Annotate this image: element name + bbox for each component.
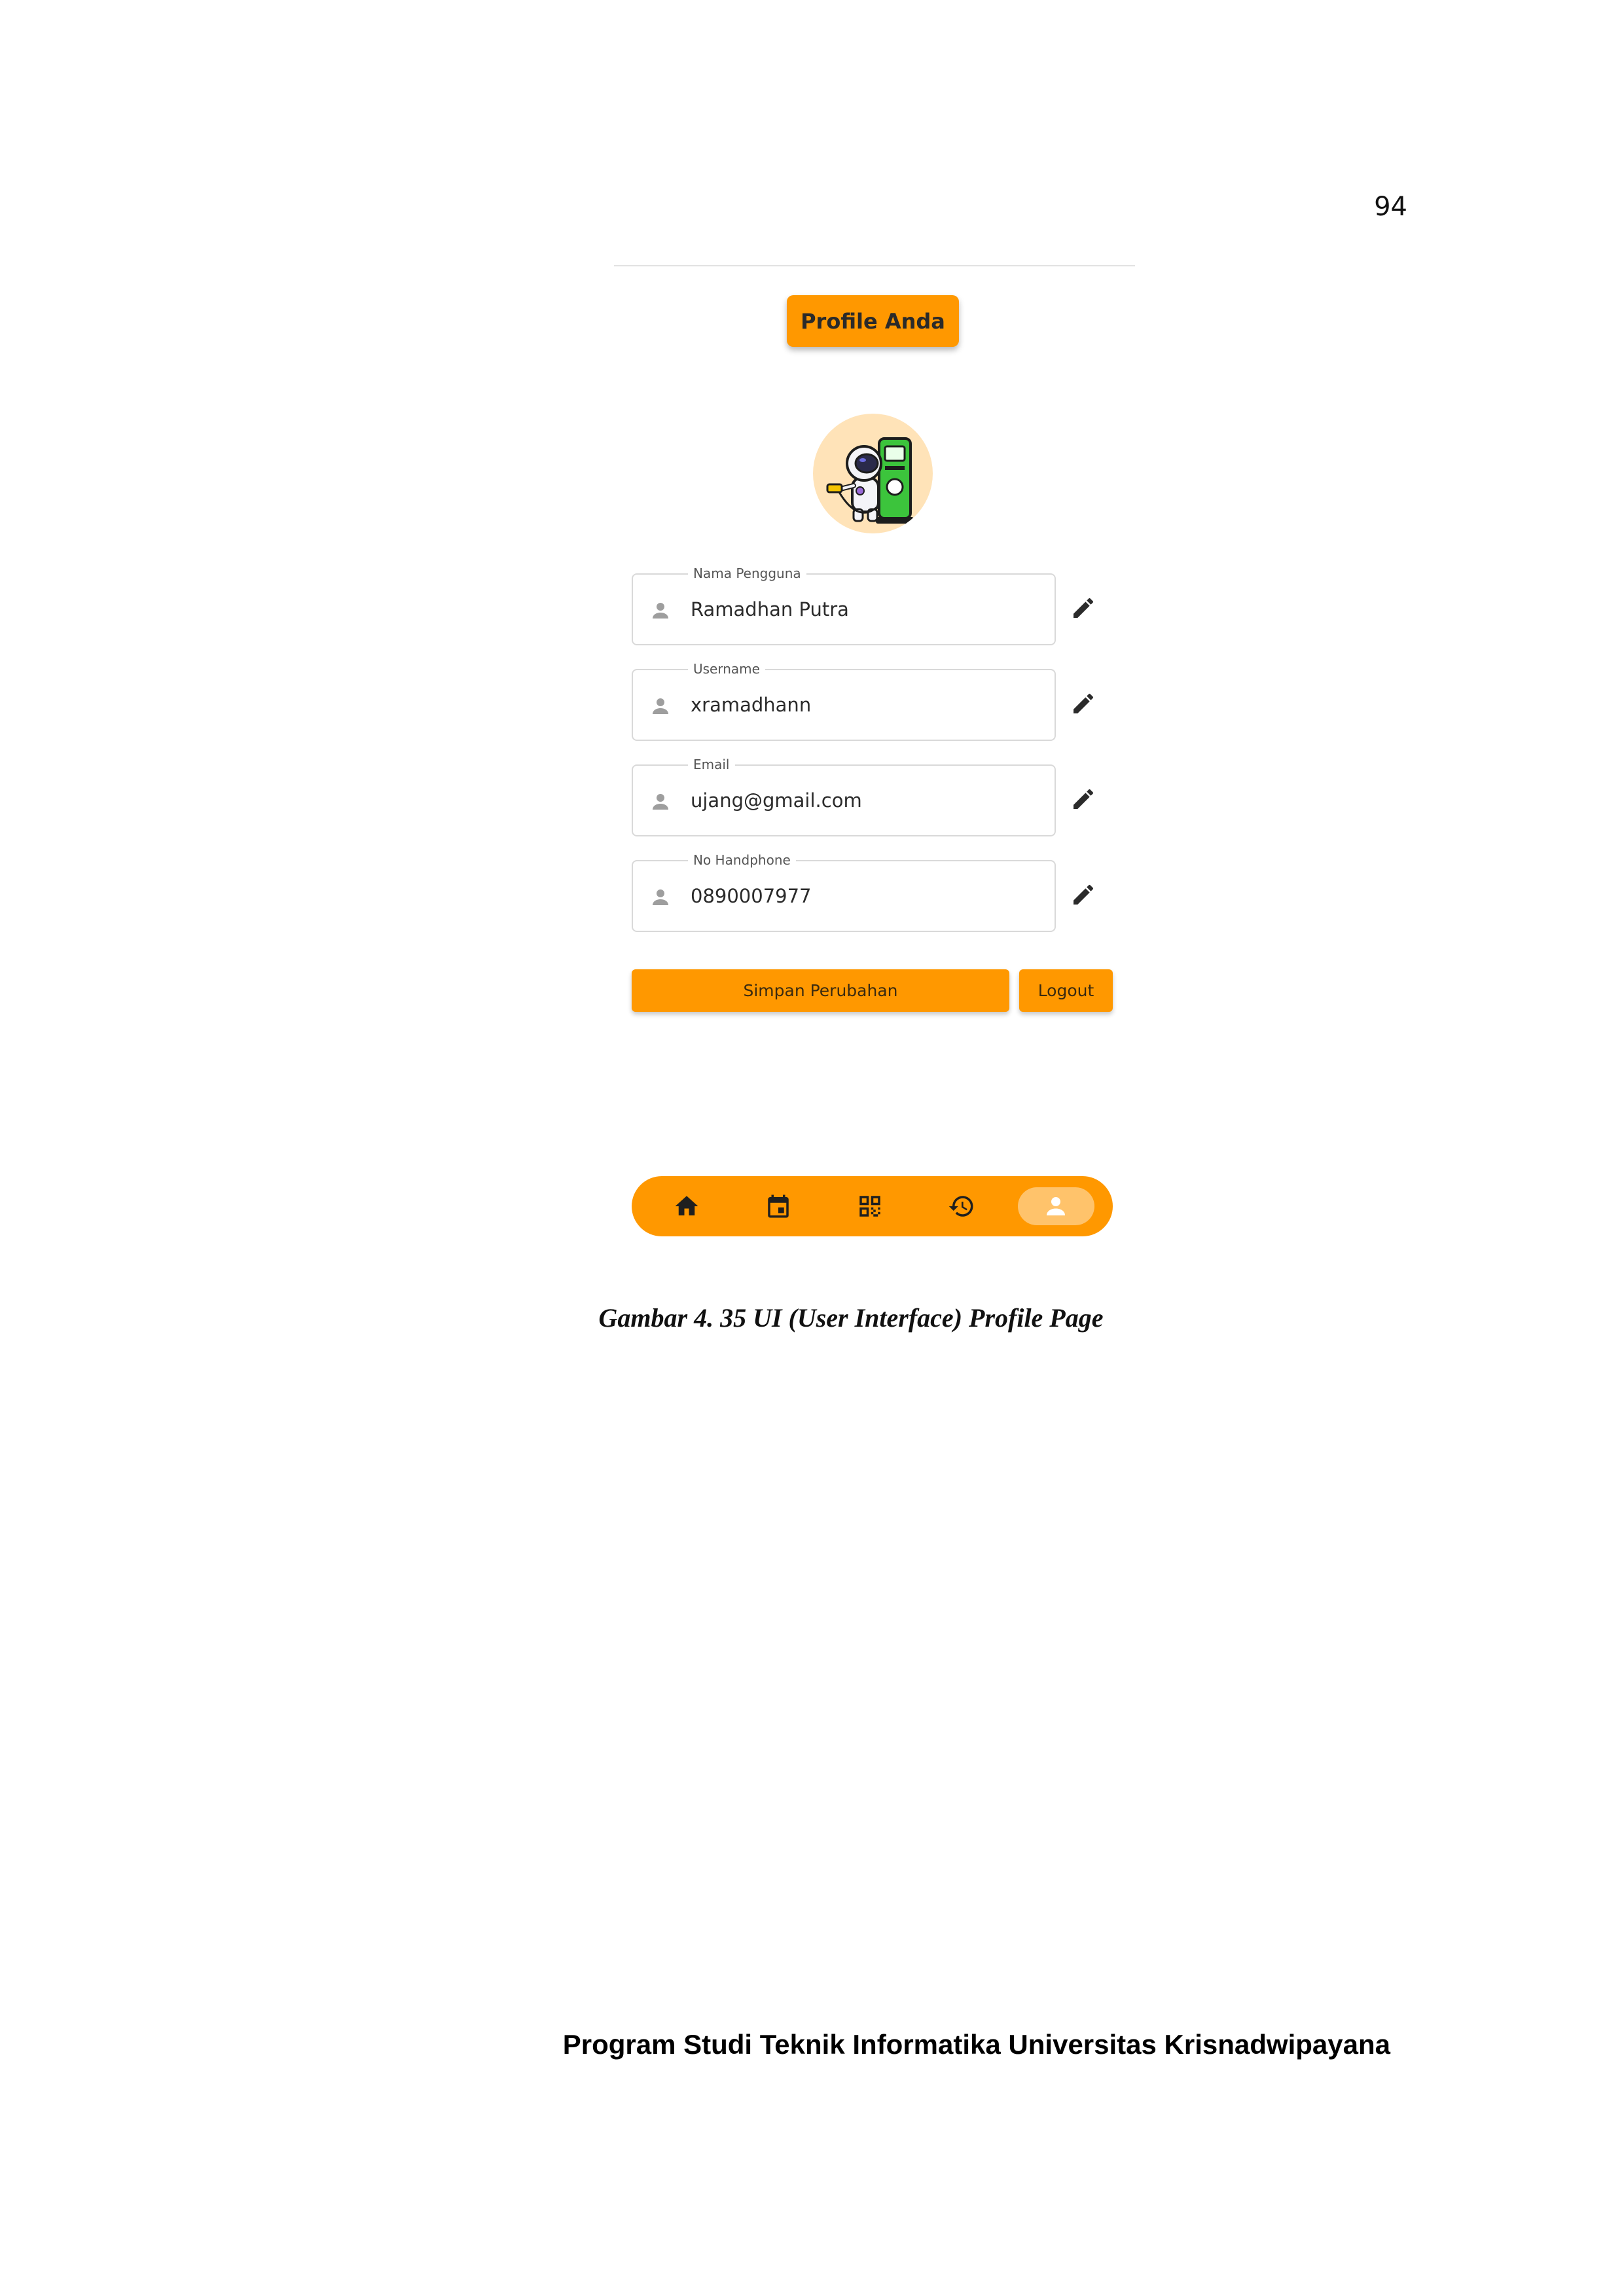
pencil-icon[interactable] <box>1070 882 1096 908</box>
logout-button[interactable]: Logout <box>1019 969 1113 1012</box>
bottom-nav <box>632 1176 1113 1236</box>
username-field-value[interactable]: xramadhann <box>691 670 811 740</box>
top-divider <box>614 265 1135 266</box>
page-footer: Program Studi Teknik Informatika Univers… <box>562 2029 1390 2060</box>
nav-history[interactable] <box>943 1188 980 1225</box>
astronaut-fuel-pump-illustration <box>826 437 914 524</box>
home-icon <box>675 1196 698 1215</box>
profile-title-button[interactable]: Profile Anda <box>787 295 959 347</box>
page-number: 94 <box>1374 192 1407 222</box>
person-icon <box>653 698 668 714</box>
avatar[interactable] <box>813 414 933 533</box>
email-field-value[interactable]: ujang@gmail.com <box>691 766 862 835</box>
person-icon <box>653 603 668 619</box>
phone-field-value[interactable]: 0890007977 <box>691 861 812 931</box>
nav-profile[interactable] <box>1038 1188 1074 1225</box>
calendar-icon <box>768 1194 789 1218</box>
person-icon <box>653 794 668 810</box>
pencil-icon[interactable] <box>1070 595 1096 621</box>
nav-calendar[interactable] <box>760 1188 797 1225</box>
person-icon <box>653 889 668 905</box>
history-icon <box>948 1196 973 1217</box>
nav-home[interactable] <box>668 1188 705 1225</box>
qr-code-icon <box>859 1196 880 1217</box>
pencil-icon[interactable] <box>1070 786 1096 812</box>
figure-caption: Gambar 4. 35 UI (User Interface) Profile… <box>598 1303 1104 1333</box>
phone-field[interactable]: No Handphone 0890007977 <box>632 852 1056 932</box>
username-field[interactable]: Username xramadhann <box>632 660 1056 741</box>
email-field[interactable]: Email ujang@gmail.com <box>632 756 1056 836</box>
name-field-value[interactable]: Ramadhan Putra <box>691 575 849 644</box>
name-field[interactable]: Nama Pengguna Ramadhan Putra <box>632 565 1056 645</box>
pencil-icon[interactable] <box>1070 691 1096 717</box>
nav-qr[interactable] <box>852 1188 888 1225</box>
save-changes-button[interactable]: Simpan Perubahan <box>632 969 1009 1012</box>
person-icon <box>1047 1197 1065 1215</box>
